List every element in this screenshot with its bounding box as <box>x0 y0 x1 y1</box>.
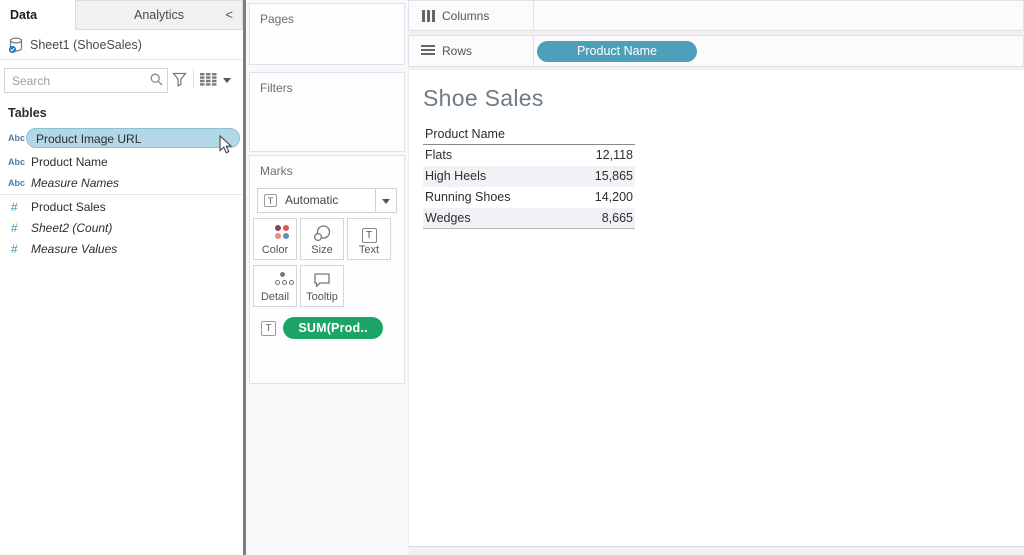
text-button[interactable]: T Text <box>347 218 391 260</box>
field-product-name[interactable]: Abc Product Name <box>0 152 243 172</box>
size-button[interactable]: Size <box>300 218 344 260</box>
mouse-cursor <box>219 135 235 159</box>
selected-field-pill[interactable]: Product Image URL <box>26 128 240 148</box>
row-label: Running Shoes <box>423 187 565 208</box>
collapse-pane-icon[interactable]: < <box>225 1 233 29</box>
field-measure-names[interactable]: Abc Measure Names <box>0 173 243 193</box>
filters-shelf[interactable]: Filters <box>249 72 405 152</box>
field-label: Sheet2 (Count) <box>31 218 112 238</box>
text-t-icon: T <box>348 225 390 243</box>
field-label: Measure Names <box>31 173 119 193</box>
abc-string-icon: Abc <box>8 173 28 193</box>
mark-type-caret-button[interactable] <box>375 189 396 212</box>
detail-button[interactable]: Detail <box>253 265 297 307</box>
table-row[interactable]: Flats 12,118 <box>423 145 635 166</box>
chevron-down-icon <box>382 199 390 204</box>
mark-type-value: Automatic <box>285 189 338 212</box>
size-button-label: Size <box>301 244 343 256</box>
field-label: Product Image URL <box>36 129 141 149</box>
columns-shelf[interactable]: Columns <box>408 0 1024 31</box>
datasource-row[interactable]: Sheet1 (ShoeSales) <box>0 30 243 60</box>
columns-icon <box>422 10 436 22</box>
rows-icon <box>421 45 435 58</box>
search-input[interactable] <box>4 68 168 93</box>
table-row[interactable]: Wedges 8,665 <box>423 208 635 229</box>
row-label: Flats <box>423 145 565 166</box>
table-row[interactable]: High Heels 15,865 <box>423 166 635 187</box>
table-row[interactable]: Running Shoes 14,200 <box>423 187 635 208</box>
abc-string-icon: Abc <box>8 152 28 172</box>
rows-shelf[interactable]: Rows Product Name <box>408 35 1024 67</box>
columns-shelf-label: Columns <box>442 1 489 30</box>
row-value: 14,200 <box>565 187 635 208</box>
tableau-workspace: Data Analytics < Sheet1 (ShoeSales) <box>0 0 1024 555</box>
worksheet-canvas: Shoe Sales Product Name Flats 12,118 Hig… <box>408 70 1024 547</box>
number-hash-icon: # <box>11 239 31 259</box>
row-value: 12,118 <box>565 145 635 166</box>
rows-shelf-labelbox: Rows <box>409 36 534 66</box>
color-dots-icon <box>254 225 296 243</box>
sum-product-sales-pill[interactable]: SUM(Prod.. <box>283 317 383 339</box>
number-hash-icon: # <box>11 197 31 217</box>
detail-dots-icon <box>254 272 296 290</box>
data-pane: Data Analytics < Sheet1 (ShoeSales) <box>0 0 243 555</box>
field-label: Product Sales <box>31 197 106 217</box>
filters-label: Filters <box>260 81 293 95</box>
text-mark-icon: T <box>264 194 277 207</box>
row-label: Wedges <box>423 208 565 228</box>
text-mark-icon: T <box>261 321 276 336</box>
color-button[interactable]: Color <box>253 218 297 260</box>
datasource-name: Sheet1 (ShoeSales) <box>30 30 142 60</box>
field-label: Measure Values <box>31 239 117 259</box>
field-label: Product Name <box>31 152 108 172</box>
field-measure-values[interactable]: # Measure Values <box>0 239 243 259</box>
chevron-down-icon[interactable] <box>223 78 231 83</box>
column-header[interactable]: Product Name <box>423 124 635 145</box>
field-sheet2-count[interactable]: # Sheet2 (Count) <box>0 218 243 238</box>
view-data-grid-icon[interactable] <box>200 73 217 91</box>
pages-label: Pages <box>260 12 294 26</box>
row-label: High Heels <box>423 166 565 187</box>
tooltip-button[interactable]: Tooltip <box>300 265 344 307</box>
row-value: 15,865 <box>565 166 635 187</box>
tables-heading: Tables <box>8 106 47 120</box>
field-product-sales[interactable]: # Product Sales <box>0 197 243 217</box>
search-icon <box>150 73 163 91</box>
toolbar-divider <box>193 69 194 88</box>
number-hash-icon: # <box>11 218 31 238</box>
pane-tabbar: Data Analytics < <box>0 0 243 30</box>
product-name-pill[interactable]: Product Name <box>537 41 697 62</box>
row-value: 8,665 <box>565 208 635 228</box>
color-button-label: Color <box>254 244 296 256</box>
pages-shelf[interactable]: Pages <box>249 3 405 65</box>
tab-data[interactable]: Data <box>0 0 75 30</box>
mark-type-dropdown[interactable]: T Automatic <box>257 188 397 213</box>
tooltip-bubble-icon <box>301 272 343 290</box>
database-icon <box>8 37 25 59</box>
filter-funnel-icon[interactable] <box>172 72 187 92</box>
search-row <box>0 60 243 97</box>
rows-shelf-label: Rows <box>442 36 472 66</box>
abc-string-icon: Abc <box>8 128 28 148</box>
detail-button-label: Detail <box>254 291 296 303</box>
crosstab-table: Product Name Flats 12,118 High Heels 15,… <box>423 124 635 229</box>
marks-label: Marks <box>260 164 293 178</box>
dimensions-measures-divider <box>0 194 243 195</box>
tab-analytics-label: Analytics <box>134 8 184 22</box>
sheet-title: Shoe Sales <box>423 85 544 112</box>
size-circles-icon <box>301 225 343 243</box>
text-button-label: Text <box>348 244 390 256</box>
tooltip-button-label: Tooltip <box>301 291 343 303</box>
field-product-image-url[interactable]: Abc Product Image URL <box>0 128 243 148</box>
tab-analytics[interactable]: Analytics < <box>75 0 243 30</box>
columns-shelf-labelbox: Columns <box>409 1 534 30</box>
